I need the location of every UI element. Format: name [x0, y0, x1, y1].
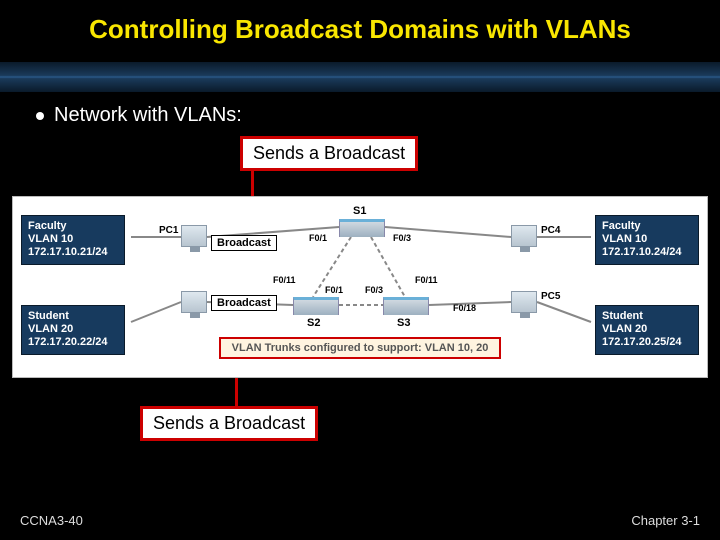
host-vlan: VLAN 10 [28, 233, 118, 246]
host-label: Student [602, 310, 692, 323]
broadcast-tag: Broadcast [211, 295, 277, 311]
switch-icon [383, 297, 429, 315]
port-label: F0/11 [273, 275, 296, 285]
host-label: Faculty [602, 220, 692, 233]
host-faculty-left: Faculty VLAN 10 172.17.10.21/24 [21, 215, 125, 265]
host-ip: 172.17.10.24/24 [602, 246, 692, 259]
port-label: F0/1 [325, 285, 343, 295]
host-label: Faculty [28, 220, 118, 233]
bullet-text: Network with VLANs: [54, 104, 242, 127]
port-label: F0/3 [365, 285, 383, 295]
host-label: Student [28, 310, 118, 323]
callout-top: Sends a Broadcast [240, 136, 418, 171]
host-vlan: VLAN 20 [28, 323, 118, 336]
network-diagram: Faculty VLAN 10 172.17.10.21/24 Student … [12, 196, 708, 378]
decorative-stripe [0, 62, 720, 92]
port-label: F0/11 [415, 275, 438, 285]
switch-s1-label: S1 [353, 205, 366, 217]
trunk-caption: VLAN Trunks configured to support: VLAN … [219, 337, 501, 359]
host-student-left: Student VLAN 20 172.17.20.22/24 [21, 305, 125, 355]
pc5-label: PC5 [541, 291, 560, 302]
switch-s3-label: S3 [397, 317, 410, 329]
bullet-item: Network with VLANs: [36, 104, 242, 127]
port-label: F0/18 [453, 303, 476, 313]
host-faculty-right: Faculty VLAN 10 172.17.10.24/24 [595, 215, 699, 265]
pc-icon [181, 291, 207, 313]
switch-icon [293, 297, 339, 315]
footer-right: Chapter 3-1 [631, 513, 700, 528]
switch-icon [339, 219, 385, 237]
port-label: F0/1 [309, 233, 327, 243]
host-ip: 172.17.10.21/24 [28, 246, 118, 259]
pc-icon [181, 225, 207, 247]
pc1-label: PC1 [159, 225, 178, 236]
switch-s2-label: S2 [307, 317, 320, 329]
host-vlan: VLAN 20 [602, 323, 692, 336]
host-ip: 172.17.20.22/24 [28, 336, 118, 349]
host-student-right: Student VLAN 20 172.17.20.25/24 [595, 305, 699, 355]
bullet-icon [36, 112, 44, 120]
pc-icon [511, 291, 537, 313]
pc-icon [511, 225, 537, 247]
port-label: F0/3 [393, 233, 411, 243]
host-ip: 172.17.20.25/24 [602, 336, 692, 349]
pc4-label: PC4 [541, 225, 560, 236]
callout-bottom: Sends a Broadcast [140, 406, 318, 441]
broadcast-tag: Broadcast [211, 235, 277, 251]
footer-left: CCNA3-40 [20, 513, 83, 528]
slide-title: Controlling Broadcast Domains with VLANs [0, 0, 720, 45]
host-vlan: VLAN 10 [602, 233, 692, 246]
